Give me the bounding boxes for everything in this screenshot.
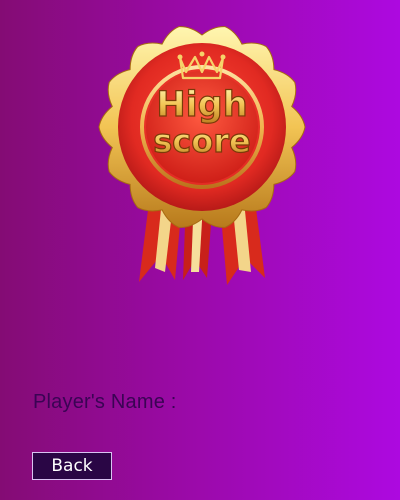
high-score-badge: High score xyxy=(98,26,306,285)
badge-text-high: High xyxy=(156,85,247,125)
back-button[interactable]: Back xyxy=(32,452,112,480)
player-name-label: Player's Name : xyxy=(33,391,177,413)
badge-text-score: score xyxy=(153,122,250,160)
